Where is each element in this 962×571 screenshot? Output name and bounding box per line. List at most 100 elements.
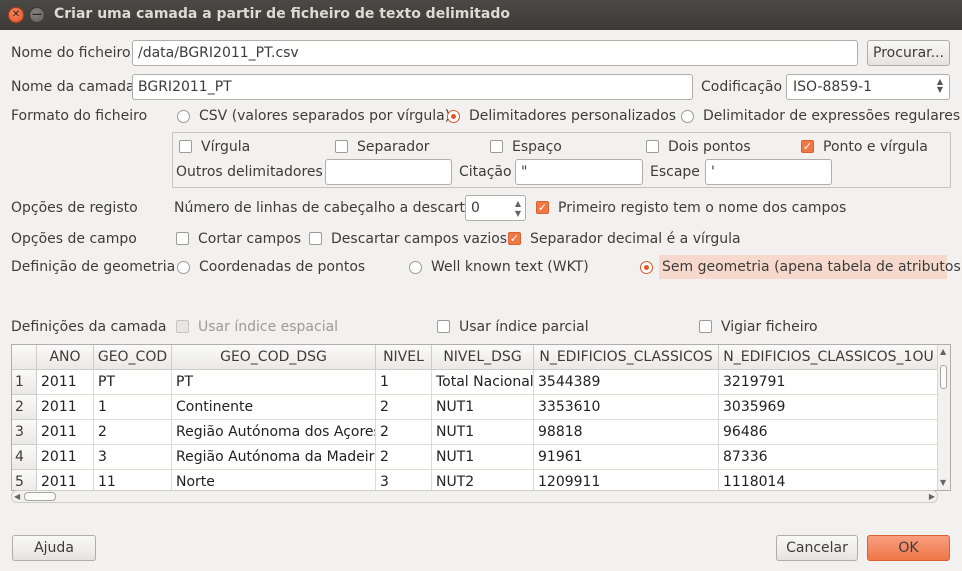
vertical-scrollbar[interactable]: ▲ ▼ — [937, 345, 950, 490]
spatial-index-label[interactable]: Usar índice espacial — [198, 318, 338, 336]
select-arrows-icon: ▲ ▼ — [936, 77, 943, 94]
watch-file-checkbox[interactable] — [699, 320, 712, 333]
window-minimize-button[interactable]: — — [29, 7, 45, 23]
table-cell: 3544389 — [534, 370, 719, 395]
scroll-left-icon[interactable]: ◀ — [14, 493, 20, 501]
help-button[interactable]: Ajuda — [12, 535, 96, 561]
browse-button[interactable]: Procurar... — [867, 40, 950, 66]
decimal-comma-checkbox[interactable]: ✓ — [508, 232, 521, 245]
trim-fields-checkbox[interactable] — [176, 232, 189, 245]
delim-comma-checkbox[interactable] — [179, 140, 192, 153]
delim-comma-label[interactable]: Vírgula — [201, 138, 250, 156]
scroll-up-icon[interactable]: ▲ — [940, 348, 946, 356]
geom-none-label[interactable]: Sem geometria (apena tabela de atributos… — [662, 258, 962, 276]
horizontal-scrollbar[interactable]: ◀ ▶ — [11, 490, 938, 503]
other-delimiters-input[interactable] — [325, 159, 452, 185]
escape-input[interactable]: ' — [705, 159, 832, 185]
row-number[interactable]: 3 — [12, 420, 37, 445]
discard-empty-checkbox[interactable] — [309, 232, 322, 245]
geom-none-radio[interactable] — [640, 261, 653, 274]
table-cell: Total Nacional — [432, 370, 534, 395]
scroll-down-icon[interactable]: ▼ — [940, 479, 946, 487]
window-close-button[interactable]: ✕ — [8, 7, 24, 23]
column-header[interactable]: N_EDIFICIOS_CLASSICOS_1OU — [719, 345, 939, 370]
preview-table[interactable]: ANO GEO_COD GEO_COD_DSG NIVEL NIVEL_DSG … — [11, 344, 951, 491]
table-cell: 2011 — [37, 470, 94, 490]
checkmark-icon: ✓ — [802, 140, 813, 153]
delim-colon-checkbox[interactable] — [646, 140, 659, 153]
file-name-input[interactable]: /data/BGRI2011_PT.csv — [132, 40, 858, 66]
table-cell: 96486 — [719, 420, 939, 445]
delim-space-checkbox[interactable] — [490, 140, 503, 153]
table-cell: NUT1 — [432, 445, 534, 470]
cancel-button[interactable]: Cancelar — [776, 535, 858, 561]
checkmark-icon: ✓ — [537, 201, 548, 214]
watch-file-label[interactable]: Vigiar ficheiro — [721, 318, 818, 336]
delim-tab-label[interactable]: Separador — [357, 138, 430, 156]
encoding-select[interactable]: ISO-8859-1 ▲ ▼ — [786, 74, 950, 100]
format-regex-radio[interactable] — [681, 110, 694, 123]
geom-wkt-radio[interactable] — [409, 261, 422, 274]
table-cell: 2011 — [37, 370, 94, 395]
title-bar: ✕ — Criar uma camada a partir de ficheir… — [0, 0, 962, 30]
spin-down-icon[interactable]: ▼ — [515, 210, 521, 218]
table-cell: 1118014 — [719, 470, 939, 490]
table-cell: NUT2 — [432, 470, 534, 490]
table-cell: 87336 — [719, 445, 939, 470]
layer-name-input[interactable]: BGRI2011_PT — [132, 74, 693, 100]
column-header[interactable]: NIVEL — [376, 345, 432, 370]
ok-button[interactable]: OK — [867, 535, 950, 561]
window-title: Criar uma camada a partir de ficheiro de… — [54, 6, 510, 22]
decimal-comma-label[interactable]: Separador decimal é a vírgula — [530, 230, 741, 248]
spin-up-icon[interactable]: ▲ — [515, 200, 521, 208]
layer-settings-label: Definições da camada — [11, 319, 167, 335]
spatial-index-checkbox[interactable] — [176, 320, 189, 333]
row-number[interactable]: 1 — [12, 370, 37, 395]
skip-lines-spinbox[interactable]: 0 ▲ ▼ — [465, 195, 526, 221]
row-number[interactable]: 5 — [12, 470, 37, 490]
table-cell: 2 — [376, 445, 432, 470]
table-cell: NUT1 — [432, 395, 534, 420]
geom-points-label[interactable]: Coordenadas de pontos — [199, 258, 365, 276]
format-csv-label[interactable]: CSV (valores separados por vírgula) — [199, 107, 450, 125]
delim-semicolon-checkbox[interactable]: ✓ — [801, 140, 814, 153]
table-corner — [12, 345, 37, 370]
column-header[interactable]: ANO — [37, 345, 94, 370]
subset-index-label[interactable]: Usar índice parcial — [459, 318, 589, 336]
delim-semicolon-label[interactable]: Ponto e vírgula — [823, 138, 928, 156]
delim-colon-label[interactable]: Dois pontos — [668, 138, 751, 156]
first-record-checkbox[interactable]: ✓ — [536, 201, 549, 214]
delim-space-label[interactable]: Espaço — [512, 138, 562, 156]
geom-wkt-label[interactable]: Well known text (WKT) — [431, 258, 589, 276]
table-cell: 2011 — [37, 445, 94, 470]
row-number[interactable]: 4 — [12, 445, 37, 470]
scroll-right-icon[interactable]: ▶ — [929, 493, 935, 501]
minimize-icon: — — [32, 9, 42, 20]
row-number[interactable]: 2 — [12, 395, 37, 420]
format-custom-label[interactable]: Delimitadores personalizados — [469, 107, 676, 125]
format-regex-label[interactable]: Delimitador de expressões regulares — [703, 107, 960, 125]
encoding-value: ISO-8859-1 — [793, 79, 873, 95]
other-delimiters-label: Outros delimitadores — [176, 164, 323, 180]
field-options-label: Opções de campo — [11, 231, 137, 247]
vertical-scroll-thumb[interactable] — [940, 365, 947, 389]
layer-name-label: Nome da camada — [11, 79, 135, 95]
column-header[interactable]: NIVEL_DSG — [432, 345, 534, 370]
column-header[interactable]: GEO_COD_DSG — [172, 345, 376, 370]
skip-lines-label: Número de linhas de cabeçalho a descarta… — [174, 200, 480, 216]
quote-input[interactable]: " — [515, 159, 643, 185]
trim-fields-label[interactable]: Cortar campos — [198, 230, 301, 248]
subset-index-checkbox[interactable] — [437, 320, 450, 333]
geom-points-radio[interactable] — [177, 261, 190, 274]
format-custom-radio[interactable] — [447, 110, 460, 123]
format-csv-radio[interactable] — [177, 110, 190, 123]
table-cell: 11 — [94, 470, 172, 490]
horizontal-scroll-thumb[interactable] — [24, 492, 56, 501]
delim-tab-checkbox[interactable] — [335, 140, 348, 153]
first-record-label[interactable]: Primeiro registo tem o nome dos campos — [558, 199, 846, 217]
column-header[interactable]: GEO_COD — [94, 345, 172, 370]
table-cell: Região Autónoma da Madeira — [172, 445, 376, 470]
table-cell: 2 — [94, 420, 172, 445]
column-header[interactable]: N_EDIFICIOS_CLASSICOS — [534, 345, 719, 370]
discard-empty-label[interactable]: Descartar campos vazios — [331, 230, 507, 248]
